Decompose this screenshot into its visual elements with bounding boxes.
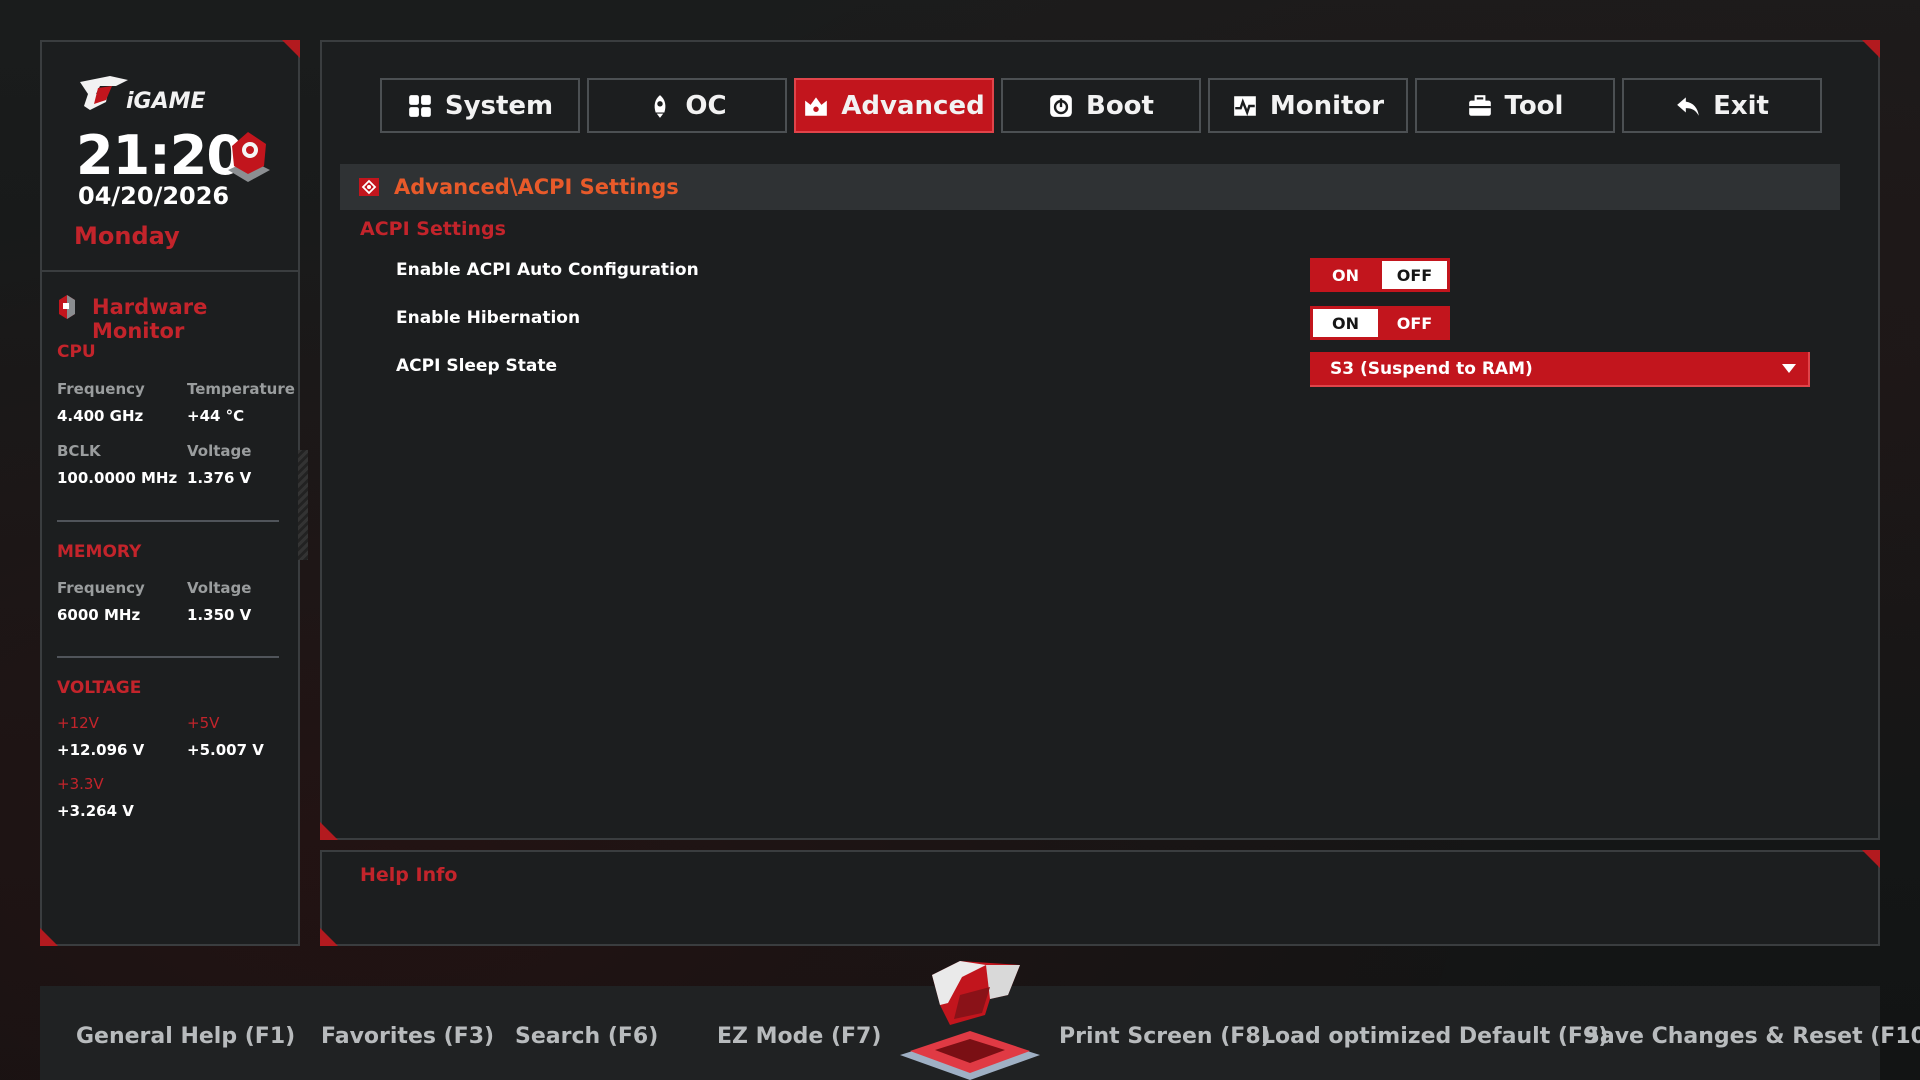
divider	[57, 656, 279, 658]
voltage-section-label: VOLTAGE	[57, 678, 142, 698]
hibernation-toggle[interactable]: ON OFF	[1310, 306, 1450, 340]
cpu-frequency-value: 4.400 GHz	[57, 407, 144, 425]
search-button[interactable]: Search (F6)	[515, 1024, 658, 1049]
tab-oc[interactable]: OC	[587, 78, 787, 133]
tab-label: Exit	[1713, 90, 1769, 121]
save-reset-button[interactable]: Save Changes & Reset (F10)	[1584, 1024, 1920, 1049]
hardware-monitor-title: Hardware Monitor	[92, 295, 208, 343]
v33-value: +3.264 V	[57, 802, 134, 820]
cpu-bclk-label: BCLK	[57, 442, 101, 460]
favorites-button[interactable]: Favorites (F3)	[321, 1024, 494, 1049]
v12-value: +12.096 V	[57, 741, 145, 759]
sleep-state-dropdown[interactable]: S3 (Suspend to RAM)	[1310, 352, 1810, 387]
breadcrumb: Advanced\ACPI Settings	[340, 164, 1840, 210]
tab-label: Tool	[1504, 90, 1564, 121]
tab-label: Boot	[1086, 90, 1154, 121]
tab-exit[interactable]: Exit	[1622, 78, 1822, 133]
tab-label: Advanced	[841, 90, 985, 121]
main-settings-panel: System OC Advanced Boot Monitor Tool Exi…	[320, 40, 1880, 840]
v5-label: +5V	[187, 714, 220, 732]
tab-boot[interactable]: Boot	[1001, 78, 1201, 133]
cpu-voltage-label: Voltage	[187, 442, 252, 460]
memory-frequency-label: Frequency	[57, 579, 145, 597]
cpu-voltage-value: 1.376 V	[187, 469, 252, 487]
toggle-on-option[interactable]: ON	[1313, 309, 1378, 337]
divider	[57, 520, 279, 522]
breadcrumb-path: Advanced\ACPI Settings	[394, 175, 679, 199]
toggle-off-option[interactable]: OFF	[1382, 261, 1447, 289]
tab-label: System	[444, 90, 554, 121]
clock-weekday: Monday	[74, 222, 180, 250]
sleep-state-label[interactable]: ACPI Sleep State	[396, 356, 557, 376]
print-screen-button[interactable]: Print Screen (F8)	[1059, 1024, 1271, 1049]
grid-icon	[409, 94, 431, 117]
cpu-bclk-value: 100.0000 MHz	[57, 469, 178, 487]
sleep-state-value: S3 (Suspend to RAM)	[1330, 358, 1533, 379]
cpu-temperature-label: Temperature	[187, 380, 295, 398]
cpu-frequency-label: Frequency	[57, 380, 145, 398]
toolbox-icon	[1468, 94, 1491, 116]
tab-advanced[interactable]: Advanced	[794, 78, 994, 133]
clock-time: 21:20	[76, 124, 244, 187]
tab-tool[interactable]: Tool	[1415, 78, 1615, 133]
svg-text:iGAME: iGAME	[126, 89, 206, 114]
crown-icon	[805, 96, 828, 116]
igame-logo: iGAME	[80, 76, 206, 114]
acpi-auto-config-toggle[interactable]: ON OFF	[1310, 258, 1450, 292]
power-icon	[1050, 94, 1072, 117]
left-info-panel: iGAME 21:20 04/20/2026 Monday Hardware M…	[40, 40, 300, 946]
toggle-on-option[interactable]: ON	[1313, 261, 1378, 289]
memory-voltage-label: Voltage	[187, 579, 252, 597]
rocket-icon	[655, 94, 666, 118]
v12-label: +12V	[57, 714, 99, 732]
advanced-settings-icon	[359, 178, 379, 196]
tab-label: OC	[685, 90, 727, 121]
divider	[42, 270, 298, 272]
load-defaults-button[interactable]: Load optimized Default (F9)	[1261, 1024, 1608, 1049]
chevron-down-icon	[1782, 364, 1796, 373]
memory-voltage-value: 1.350 V	[187, 606, 252, 624]
main-tabs: System OC Advanced Boot Monitor Tool Exi…	[380, 78, 1822, 133]
v33-label: +3.3V	[57, 775, 104, 793]
hardware-monitor-icon	[59, 295, 75, 319]
exit-arrow-icon	[1677, 96, 1699, 116]
general-help-button[interactable]: General Help (F1)	[76, 1024, 295, 1049]
hibernation-label[interactable]: Enable Hibernation	[396, 308, 580, 328]
memory-section-label: MEMORY	[57, 542, 142, 562]
tab-label: Monitor	[1269, 90, 1385, 121]
pulse-icon	[1234, 95, 1256, 116]
cpu-section-label: CPU	[57, 342, 96, 362]
section-title: ACPI Settings	[360, 218, 506, 240]
mascot-icon	[228, 132, 270, 182]
acpi-auto-config-label[interactable]: Enable ACPI Auto Configuration	[396, 260, 699, 280]
toggle-off-option[interactable]: OFF	[1382, 309, 1447, 337]
ez-mode-button[interactable]: EZ Mode (F7)	[717, 1024, 881, 1049]
tab-monitor[interactable]: Monitor	[1208, 78, 1408, 133]
help-info-title: Help Info	[360, 864, 458, 886]
help-info-panel: Help Info	[320, 850, 1880, 946]
v5-value: +5.007 V	[187, 741, 264, 759]
panel-grip	[298, 450, 308, 560]
cpu-temperature-value: +44 °C	[187, 407, 245, 425]
igame-emblem-icon	[900, 961, 1040, 1080]
clock-date: 04/20/2026	[78, 182, 230, 210]
memory-frequency-value: 6000 MHz	[57, 606, 141, 624]
tab-system[interactable]: System	[380, 78, 580, 133]
